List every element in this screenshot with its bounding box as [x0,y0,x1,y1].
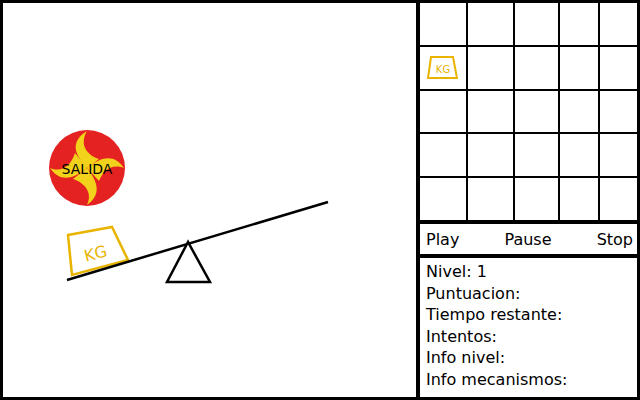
toolbox-cell[interactable] [420,134,466,176]
game-canvas: SALIDA KG [3,3,416,397]
info-panel: Nivel: 1Puntuacion:Tiempo restante:Inten… [420,258,637,397]
weight[interactable]: KG [68,227,128,275]
toolbox-cell[interactable] [560,91,598,133]
toolbox-cell[interactable] [515,134,558,176]
side-panel: KG Play Pause Stop Nivel: 1Puntuacion:Tiempo… [420,3,637,397]
toolbox-cell[interactable] [420,91,466,133]
game-screen: SALIDA KG KG Play Pause Stop Nivel: 1Puntuacio… [0,0,640,400]
toolbox-cell[interactable] [600,91,637,133]
toolbox-cell[interactable] [560,134,598,176]
toolbox-cell[interactable] [600,3,637,45]
info-line: Tiempo restante: [426,304,631,326]
toolbox-cell[interactable] [560,178,598,220]
svg-text:KG: KG [82,242,109,266]
toolbox-cell[interactable] [515,178,558,220]
weight-icon[interactable]: KG [426,54,460,82]
info-line: Info nivel: [426,347,631,369]
toolbox-cell[interactable] [600,178,637,220]
toolbox-cell[interactable] [468,47,513,89]
svg-text:KG: KG [436,64,450,75]
toolbox-grid: KG [420,3,637,220]
toolbox-cell[interactable] [515,3,558,45]
controls-bar: Play Pause Stop [420,224,637,254]
info-line: Puntuacion: [426,283,631,305]
toolbox-cell[interactable] [515,47,558,89]
seesaw-fulcrum [167,242,210,282]
toolbox-cell[interactable] [515,91,558,133]
toolbox-cell[interactable] [468,91,513,133]
control-button[interactable]: Pause [504,230,551,249]
toolbox-cell[interactable] [560,47,598,89]
info-line: Info mecanismos: [426,369,631,391]
toolbox-cell[interactable] [468,178,513,220]
toolbox-cell[interactable] [600,47,637,89]
toolbox-cell[interactable] [468,3,513,45]
toolbox-cell[interactable] [468,134,513,176]
svg-text:SALIDA: SALIDA [62,161,113,177]
toolbox-cell[interactable]: KG [420,47,466,89]
info-line: Nivel: 1 [426,261,631,283]
exit-portal: SALIDA [49,130,125,206]
toolbox-cell[interactable] [420,3,466,45]
toolbox-cell[interactable] [600,134,637,176]
toolbox-cell[interactable] [420,178,466,220]
toolbox-cell[interactable] [560,3,598,45]
info-line: Intentos: [426,326,631,348]
control-button[interactable]: Play [426,230,459,249]
control-button[interactable]: Stop [597,230,633,249]
